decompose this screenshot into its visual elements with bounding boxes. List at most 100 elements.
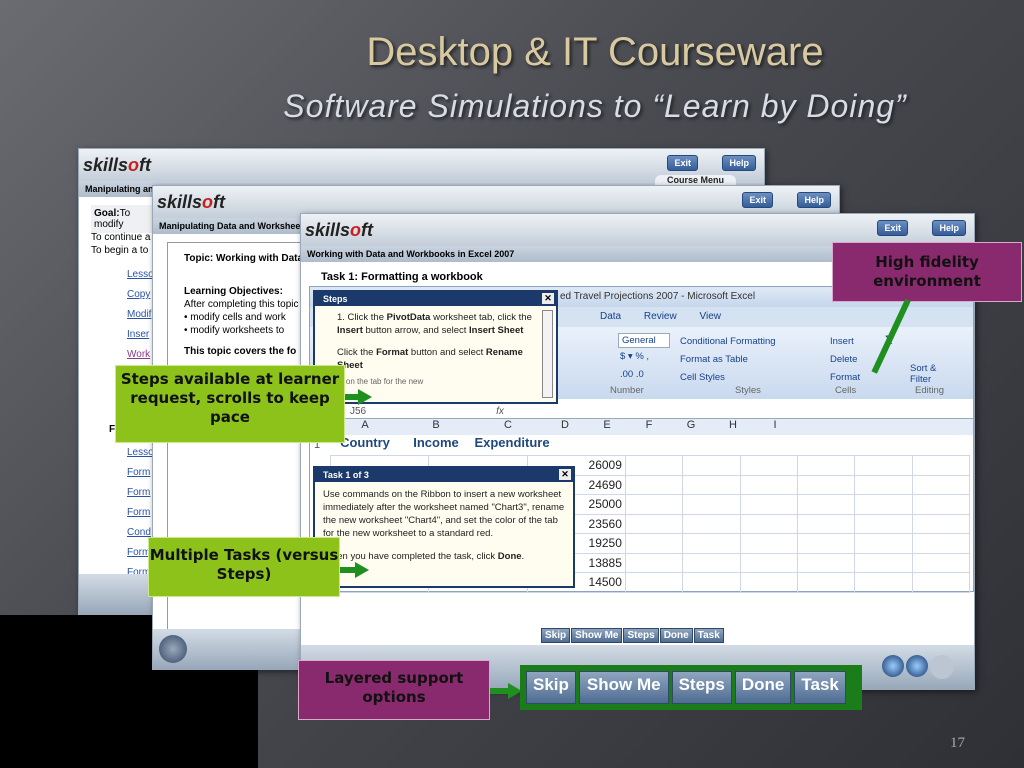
cell[interactable] — [854, 533, 913, 554]
lesson-link[interactable]: Inser — [127, 325, 154, 345]
exit-button[interactable]: Exit — [667, 155, 698, 171]
cell[interactable] — [854, 572, 913, 593]
steps-scrollbar[interactable] — [542, 310, 553, 398]
cell[interactable] — [682, 572, 741, 593]
steps-button[interactable]: Steps — [623, 628, 659, 643]
cell[interactable] — [911, 455, 971, 476]
show-me-button[interactable]: Show Me — [571, 628, 623, 643]
support-buttons-large: Skip Show Me Steps Done Task — [520, 665, 862, 710]
lesson-link[interactable]: Lesso — [127, 265, 154, 285]
cell[interactable] — [911, 474, 971, 495]
cell[interactable] — [854, 494, 913, 515]
done-button[interactable]: Done — [659, 628, 693, 643]
course-menu-button[interactable]: Course Menu — [654, 175, 736, 185]
cell[interactable] — [624, 474, 684, 495]
cell[interactable] — [682, 494, 741, 515]
exit-button[interactable]: Exit — [877, 220, 908, 236]
cell[interactable] — [682, 474, 741, 495]
cell[interactable] — [911, 494, 971, 515]
topic-title: Topic: Working with Data — [184, 253, 304, 264]
cell[interactable] — [624, 455, 684, 476]
close-icon[interactable]: ✕ — [559, 469, 571, 480]
cell[interactable] — [624, 533, 684, 554]
cell[interactable] — [739, 474, 798, 495]
exit-button[interactable]: Exit — [742, 192, 773, 208]
support-buttons-small: Skip Show Me Steps Done Task — [541, 628, 724, 643]
replay-icon[interactable] — [906, 655, 928, 677]
help-button[interactable]: Help — [932, 220, 966, 236]
cell[interactable] — [739, 513, 798, 534]
lesson-link[interactable]: Form — [127, 463, 154, 483]
cell[interactable] — [854, 513, 913, 534]
cell[interactable] — [624, 572, 684, 593]
cell[interactable] — [796, 494, 856, 515]
tab-review[interactable]: Review — [644, 311, 677, 322]
cell[interactable] — [682, 455, 741, 476]
lesson-link[interactable]: Copy — [127, 285, 154, 305]
cell[interactable] — [682, 552, 741, 573]
show-me-button[interactable]: Show Me — [578, 671, 669, 704]
arrow-icon — [358, 389, 372, 405]
home-icon[interactable] — [159, 635, 187, 663]
tab-data[interactable]: Data — [600, 311, 621, 322]
cell: Income — [413, 435, 459, 450]
objective-item: modify worksheets to — [190, 325, 285, 336]
callout-layered: Layered support options — [298, 660, 490, 720]
cell-styles-button[interactable]: Cell Styles — [680, 369, 776, 387]
cell[interactable] — [796, 513, 856, 534]
conditional-formatting-button[interactable]: Conditional Formatting — [680, 333, 776, 351]
cell[interactable] — [911, 513, 971, 534]
lesson-link[interactable]: Modif — [127, 305, 154, 325]
cell[interactable] — [624, 552, 684, 573]
sort-filter-button[interactable]: Sort & Filter — [910, 363, 940, 385]
cell[interactable] — [739, 494, 798, 515]
cell[interactable] — [739, 572, 798, 593]
help-button[interactable]: Help — [797, 192, 831, 208]
cell[interactable] — [911, 572, 971, 593]
slide-title: Desktop & IT Courseware — [366, 30, 824, 74]
audio-icon[interactable] — [882, 655, 904, 677]
callout-fidelity: High fidelity environment — [832, 242, 1022, 302]
lesson-link-current[interactable]: Work — [127, 345, 154, 365]
help-button[interactable]: Help — [722, 155, 756, 171]
cell[interactable] — [796, 552, 856, 573]
cell[interactable] — [854, 455, 913, 476]
skillsoft-logo: skillsoft — [83, 155, 152, 175]
format-as-table-button[interactable]: Format as Table — [680, 351, 776, 369]
cell[interactable] — [739, 552, 798, 573]
number-format-select[interactable]: General — [618, 333, 670, 348]
task-title: Task 1: Formatting a workbook — [321, 271, 483, 283]
cell[interactable] — [739, 455, 798, 476]
goal: Goal:To modify — [91, 205, 161, 233]
cell[interactable] — [739, 533, 798, 554]
skip-button[interactable]: Skip — [526, 671, 576, 704]
cell[interactable] — [854, 474, 913, 495]
task-button[interactable]: Task — [794, 671, 846, 704]
next-icon[interactable] — [930, 655, 954, 679]
cell[interactable] — [796, 455, 856, 476]
cell[interactable] — [682, 513, 741, 534]
lesson-link[interactable]: Lesso — [127, 443, 154, 463]
cell[interactable] — [911, 552, 971, 573]
lesson-link[interactable]: Form — [127, 483, 154, 503]
insert-cells-button[interactable]: Insert — [830, 333, 860, 351]
cell[interactable] — [796, 572, 856, 593]
steps-button[interactable]: Steps — [671, 671, 732, 704]
task-button[interactable]: Task — [693, 628, 724, 643]
done-button[interactable]: Done — [734, 671, 792, 704]
cell[interactable] — [682, 533, 741, 554]
page-number: 17 — [950, 735, 965, 751]
cell[interactable] — [854, 552, 913, 573]
skip-button[interactable]: Skip — [541, 628, 571, 643]
lesson-link[interactable]: Form — [127, 503, 154, 523]
tab-view[interactable]: View — [699, 311, 721, 322]
cell[interactable] — [624, 513, 684, 534]
name-box[interactable]: J56 — [350, 406, 366, 417]
delete-cells-button[interactable]: Delete — [830, 351, 860, 369]
cell[interactable] — [796, 474, 856, 495]
close-icon[interactable]: ✕ — [542, 293, 554, 304]
cell[interactable] — [624, 494, 684, 515]
cell[interactable] — [796, 533, 856, 554]
cell[interactable] — [911, 533, 971, 554]
objectives-title: Learning Objectives: — [184, 286, 283, 297]
